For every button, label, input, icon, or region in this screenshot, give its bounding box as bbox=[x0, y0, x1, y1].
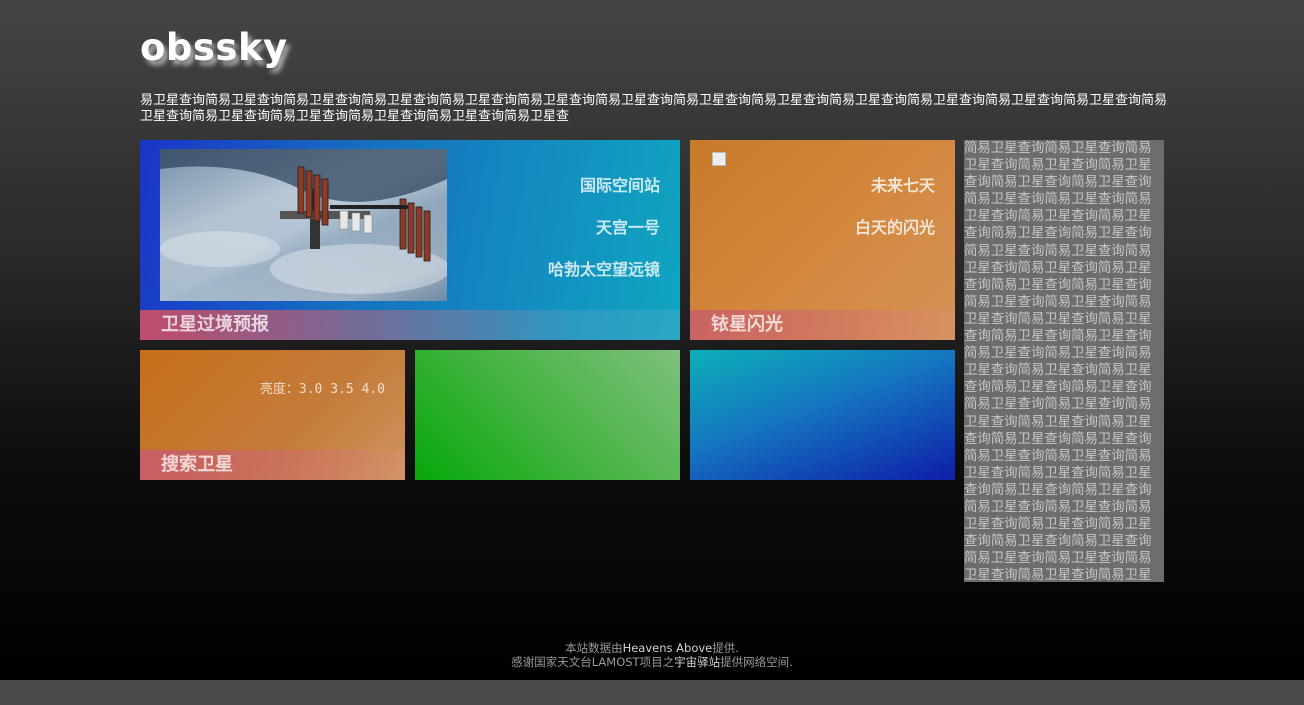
link-hubble[interactable]: 哈勃太空望远镜 bbox=[548, 260, 660, 280]
footer-line2-pre: 感谢国家天文台LAMOST项目之 bbox=[511, 655, 675, 669]
link-iss[interactable]: 国际空间站 bbox=[548, 176, 660, 196]
iridium-links: 未来七天 白天的闪光 bbox=[855, 176, 935, 260]
sidebar-text-panel: 简易卫星查询简易卫星查询简易卫星查询简易卫星查询简易卫星查询简易卫星查询简易卫星… bbox=[964, 140, 1164, 582]
footer-line1-post: 提供. bbox=[712, 641, 739, 655]
brightness-filter[interactable]: 亮度：3.0 3.5 4.0 bbox=[260, 378, 385, 397]
broken-image-icon bbox=[712, 152, 726, 166]
link-tiangong[interactable]: 天宫一号 bbox=[548, 218, 660, 238]
footer-line-2: 感谢国家天文台LAMOST项目之宇宙驿站提供网络空间. bbox=[0, 655, 1304, 669]
tile-iridium-label[interactable]: 铱星闪光 bbox=[690, 310, 955, 340]
bottom-strip bbox=[0, 680, 1304, 705]
tile-search-satellite[interactable]: 亮度：3.0 3.5 4.0 搜索卫星 bbox=[140, 350, 405, 480]
link-daytime-flares[interactable]: 白天的闪光 bbox=[855, 218, 935, 238]
pass-links: 国际空间站 天宫一号 哈勃太空望远镜 bbox=[548, 176, 660, 302]
tile-search-label[interactable]: 搜索卫星 bbox=[140, 450, 405, 480]
iss-photo bbox=[160, 149, 450, 301]
footer-line2-post: 提供网络空间. bbox=[720, 655, 793, 669]
footer-line1-pre: 本站数据由 bbox=[565, 641, 623, 655]
heavens-above-link[interactable]: Heavens Above bbox=[623, 641, 713, 655]
link-next-seven-days[interactable]: 未来七天 bbox=[855, 176, 935, 196]
iss-icon bbox=[160, 149, 450, 301]
tile-pass-prediction[interactable]: 国际空间站 天宫一号 哈勃太空望远镜 卫星过境预报 bbox=[140, 140, 680, 340]
footer: 本站数据由Heavens Above提供. 感谢国家天文台LAMOST项目之宇宙… bbox=[0, 641, 1304, 669]
tile-iridium-flare[interactable]: 未来七天 白天的闪光 铱星闪光 bbox=[690, 140, 955, 340]
cosmic-station-link[interactable]: 宇宙驿站 bbox=[674, 655, 720, 669]
footer-line-1: 本站数据由Heavens Above提供. bbox=[0, 641, 1304, 655]
tile-blue[interactable] bbox=[690, 350, 955, 480]
tile-pass-label[interactable]: 卫星过境预报 bbox=[140, 310, 680, 340]
tile-green[interactable] bbox=[415, 350, 680, 480]
intro-text: 易卫星查询简易卫星查询简易卫星查询简易卫星查询简易卫星查询简易卫星查询简易卫星查… bbox=[140, 93, 1168, 124]
site-logo[interactable]: obssky bbox=[140, 26, 288, 69]
